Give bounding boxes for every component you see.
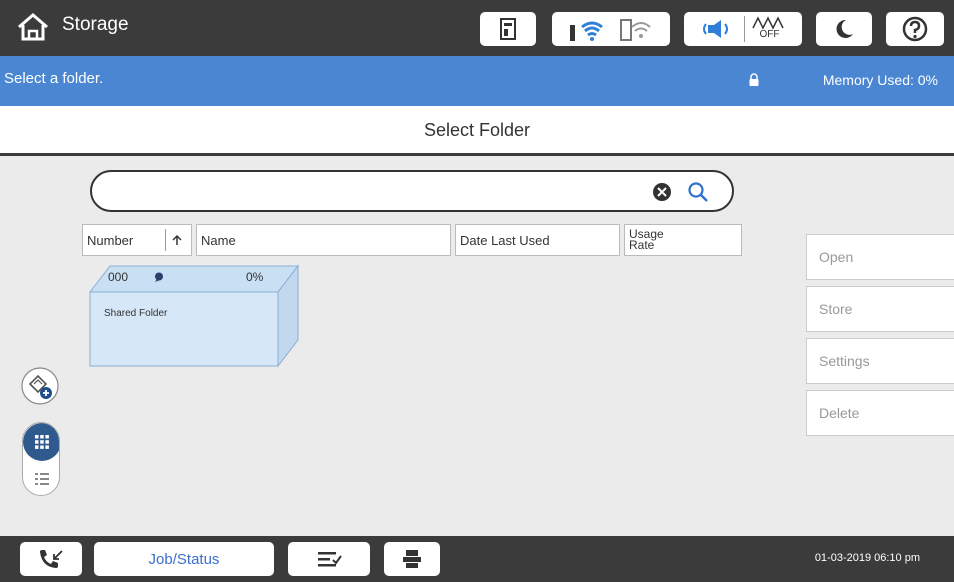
column-header-usage[interactable]: Usage Rate (624, 224, 742, 256)
info-bar: Select a folder. Memory Used: 0% (0, 56, 954, 106)
column-header-name[interactable]: Name (196, 224, 451, 256)
delete-button[interactable]: Delete (806, 390, 954, 436)
comment-icon (155, 272, 163, 282)
sleep-icon (836, 19, 853, 38)
network-button[interactable] (552, 12, 670, 46)
clear-icon[interactable] (652, 182, 672, 202)
instruction-text: Select a folder. (4, 70, 104, 87)
bottom-bar: Job/Status 01-03-2019 06:10 pm (0, 536, 954, 582)
settings-button[interactable]: Settings (806, 338, 954, 384)
job-list-icon (318, 552, 342, 567)
store-button[interactable]: Store (806, 286, 954, 332)
toner-button[interactable] (480, 12, 536, 46)
view-toggle (22, 422, 60, 496)
page-header: Select Folder (0, 106, 954, 156)
quiet-mode-off-icon: OFF (751, 14, 787, 44)
fax-phone-button[interactable] (20, 542, 82, 576)
toner-icon (500, 18, 516, 40)
folder-name: Shared Folder (104, 308, 168, 319)
help-icon (902, 16, 928, 42)
folder-item[interactable]: 000 0% Shared Folder (88, 262, 300, 368)
add-folder-icon (21, 367, 59, 405)
volume-icon (702, 20, 728, 38)
list-view-icon[interactable] (23, 461, 59, 495)
printer-button[interactable] (384, 542, 440, 576)
stop-job-button[interactable] (288, 542, 370, 576)
grid-view-icon[interactable] (23, 423, 59, 461)
home-icon[interactable] (16, 12, 50, 42)
help-button[interactable] (886, 12, 944, 46)
sort-ascending-icon[interactable] (165, 229, 187, 251)
open-button[interactable]: Open (806, 234, 954, 280)
column-header-number[interactable]: Number (82, 224, 192, 256)
app-title: Storage (62, 14, 129, 35)
lock-icon (749, 73, 759, 86)
printer-icon (403, 550, 421, 568)
page-title: Select Folder (423, 120, 531, 140)
add-folder-button[interactable] (20, 366, 60, 406)
column-header-date[interactable]: Date Last Used (455, 224, 620, 256)
memory-used: Memory Used: 0% (822, 72, 938, 88)
phone-icon (40, 550, 63, 568)
top-bar: Storage OFF (0, 0, 954, 56)
job-status-button[interactable]: Job/Status (94, 542, 274, 576)
datetime: 01-03-2019 06:10 pm (814, 552, 920, 564)
search-input[interactable] (90, 170, 734, 212)
wifi-direct-icon (620, 19, 651, 41)
folder-number: 000 (108, 270, 129, 284)
folder-usage: 0% (246, 270, 264, 284)
main-area: Number Name Date Last Used Usage Rate 00… (0, 156, 954, 536)
search-icon[interactable] (686, 180, 710, 204)
sleep-button[interactable] (816, 12, 872, 46)
volume-quiet-button[interactable]: OFF (684, 12, 802, 46)
wifi-icon (570, 21, 603, 41)
